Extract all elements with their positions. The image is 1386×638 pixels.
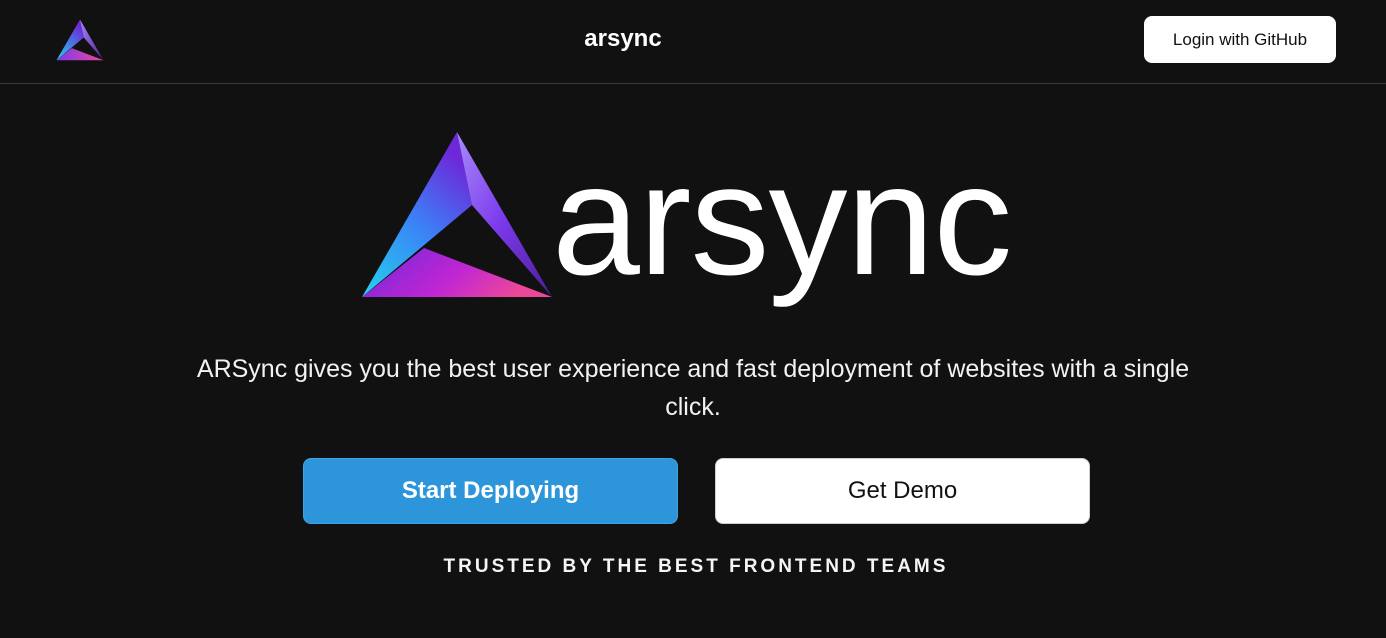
- get-demo-button[interactable]: Get Demo: [715, 458, 1090, 524]
- nav-brand-title: arsync: [584, 25, 662, 52]
- hero-tagline: ARSync gives you the best user experienc…: [196, 355, 1190, 421]
- start-deploying-button[interactable]: Start Deploying: [303, 458, 678, 524]
- hero-wordmark: arsync: [552, 132, 1012, 308]
- top-navbar: arsync Login with GitHub: [0, 0, 1386, 84]
- arsync-hero-logo-icon: [362, 132, 552, 297]
- arsync-logo-icon[interactable]: [56, 18, 104, 62]
- login-with-github-button[interactable]: Login with GitHub: [1144, 16, 1336, 63]
- trusted-by-heading: TRUSTED BY THE BEST FRONTEND TEAMS: [443, 556, 949, 577]
